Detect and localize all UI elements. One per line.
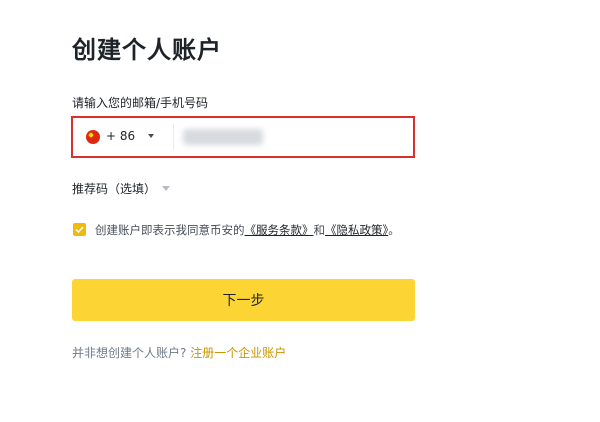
agreement-and: 和	[313, 223, 326, 237]
footer-question: 并非想创建个人账户?	[72, 346, 187, 360]
agreement-end: 。	[388, 223, 400, 237]
agreement-checkbox[interactable]	[73, 223, 86, 236]
country-code-selector[interactable]: + 86	[106, 129, 135, 143]
terms-of-service-link[interactable]: 《服务条款》	[245, 223, 314, 237]
phone-number-input[interactable]	[177, 121, 409, 155]
agreement-text: 创建账户即表示我同意币安的《服务条款》和《隐私政策》。	[95, 221, 407, 240]
chevron-down-icon[interactable]	[162, 186, 171, 191]
input-divider	[173, 124, 174, 150]
referral-code-toggle[interactable]: 推荐码（选填）	[72, 180, 171, 197]
privacy-policy-link[interactable]: 《隐私政策》	[325, 223, 388, 237]
china-flag-icon[interactable]	[86, 130, 100, 144]
phone-input-container[interactable]: + 86	[71, 116, 415, 158]
next-step-button[interactable]: 下一步	[72, 279, 415, 321]
footer-prompt: 并非想创建个人账户? 注册一个企业账户	[72, 344, 286, 361]
page-title: 创建个人账户	[72, 36, 222, 64]
phone-email-label: 请输入您的邮箱/手机号码	[72, 96, 209, 110]
register-business-account-link[interactable]: 注册一个企业账户	[190, 346, 286, 360]
check-icon	[75, 226, 84, 234]
agreement-prefix: 创建账户即表示我同意币安的	[95, 223, 245, 237]
referral-code-label: 推荐码（选填）	[72, 182, 157, 196]
chevron-down-icon[interactable]	[148, 134, 154, 138]
register-page: 创建个人账户 请输入您的邮箱/手机号码 + 86 推荐码（选填） 创建账户即表示…	[0, 0, 600, 422]
